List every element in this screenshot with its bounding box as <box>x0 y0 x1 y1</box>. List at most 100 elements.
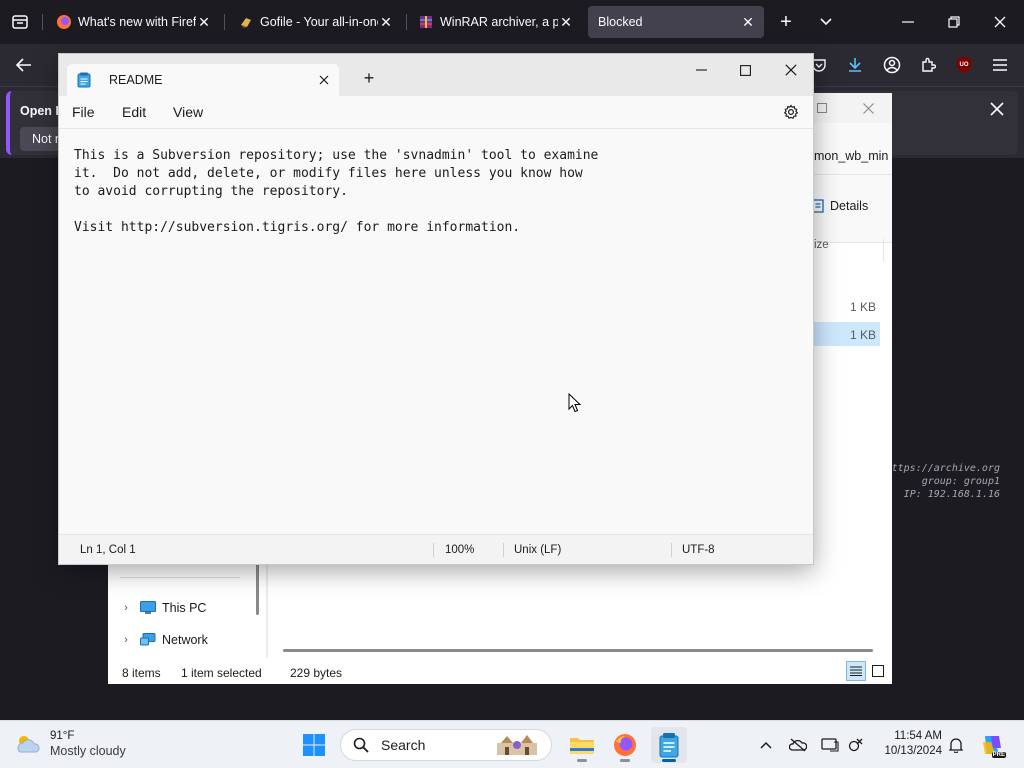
nav-divider <box>120 577 240 578</box>
close-window-icon[interactable] <box>779 58 803 82</box>
minimize-icon[interactable] <box>689 58 713 82</box>
maximize-icon[interactable] <box>814 100 830 116</box>
close-icon[interactable]: ✕ <box>740 14 756 31</box>
search-placeholder: Search <box>381 737 426 753</box>
folder-icon <box>569 734 595 756</box>
tab-title: What's new with Firefox <box>78 15 196 29</box>
nav-item-network[interactable]: › Network <box>120 629 208 651</box>
ublock-badge-text: UO <box>959 62 969 68</box>
close-icon[interactable]: ✕ <box>558 14 574 31</box>
encoding[interactable]: UTF-8 <box>682 544 715 556</box>
tab-separator <box>406 14 407 30</box>
watermark-ip: IP: 192.168.1.16 <box>903 489 1000 500</box>
nav-item-label: This PC <box>162 601 207 615</box>
menu-file[interactable]: File <box>72 104 95 120</box>
account-icon[interactable] <box>880 53 904 77</box>
notepad-menu-bar: File Edit View <box>59 96 813 128</box>
status-separator <box>671 543 672 557</box>
onedrive-offline-icon[interactable] <box>788 735 808 755</box>
start-button[interactable] <box>296 727 332 763</box>
pane-splitter[interactable] <box>266 563 268 658</box>
mouse-cursor-icon <box>568 392 582 416</box>
copilot-icon[interactable]: PRE <box>978 731 1006 759</box>
selected-size: 229 bytes <box>290 666 343 680</box>
file-row-size-selected[interactable]: 1 KB <box>814 322 880 346</box>
network-icon <box>140 633 156 647</box>
watermark-group: group: group1 <box>921 476 1000 487</box>
extensions-icon[interactable] <box>916 53 940 77</box>
watermark-url: ttps://archive.org <box>891 463 1000 474</box>
close-icon[interactable] <box>860 100 876 116</box>
nav-scrollbar[interactable] <box>256 563 259 615</box>
settings-gear-icon[interactable] <box>781 102 801 122</box>
close-icon[interactable]: ✕ <box>378 14 394 31</box>
firefox-view-icon[interactable] <box>8 10 32 34</box>
document-content[interactable]: This is a Subversion repository; use the… <box>74 147 794 237</box>
new-tab-icon[interactable]: + <box>774 10 798 34</box>
tab-title: WinRAR archiver, a powerful <box>440 15 558 29</box>
tab-title: Blocked <box>598 15 643 29</box>
menu-edit[interactable]: Edit <box>122 104 146 120</box>
running-indicator <box>662 759 676 762</box>
copilot-pre-badge: PRE <box>991 752 1006 758</box>
status-separator <box>503 543 504 557</box>
notepad-file-icon <box>77 72 91 88</box>
taskbar-notepad[interactable] <box>651 727 687 763</box>
winrar-logo-icon <box>418 14 434 30</box>
system-clock[interactable]: 11:54 AM 10/13/2024 <box>876 729 942 759</box>
notepad-titlebar: README + <box>59 54 813 96</box>
menu-view[interactable]: View <box>173 104 203 120</box>
taskbar: 91°F Mostly cloudy Search 11:54 AM 10/13… <box>0 720 1024 768</box>
show-hidden-icons-chevron-icon[interactable] <box>756 735 776 755</box>
tab-blocked[interactable]: Blocked ✕ <box>588 6 764 38</box>
tab-winrar[interactable]: WinRAR archiver, a powerful ✕ <box>410 6 582 38</box>
size-column-header[interactable]: ize <box>814 239 884 261</box>
item-count: 8 items <box>122 666 161 680</box>
notification-title: Open F <box>20 104 64 118</box>
hamburger-menu-icon[interactable] <box>988 53 1012 77</box>
zoom-level[interactable]: 100% <box>445 544 474 556</box>
details-button[interactable]: Details <box>812 199 868 213</box>
downloads-icon[interactable] <box>843 53 867 77</box>
nav-item-this-pc[interactable]: › This PC <box>120 597 206 619</box>
tab-title: Gofile - Your all-in-one <box>260 15 378 29</box>
taskbar-file-explorer[interactable] <box>564 727 600 763</box>
tab-separator <box>42 14 43 30</box>
horizontal-scrollbar[interactable] <box>283 649 873 652</box>
taskbar-firefox[interactable] <box>607 727 643 763</box>
notification-close-icon[interactable] <box>986 98 1008 120</box>
tab-firefox-whats-new[interactable]: What's new with Firefox ✕ <box>48 6 220 38</box>
display-icon[interactable] <box>820 735 840 755</box>
chevron-right-icon[interactable]: › <box>120 602 132 614</box>
details-view-icon[interactable] <box>846 661 866 681</box>
taskbar-search-box[interactable]: Search <box>340 729 552 761</box>
explorer-status-bar: 8 items 1 item selected 229 bytes <box>108 658 892 684</box>
weather-widget[interactable]: 91°F Mostly cloudy <box>14 729 126 759</box>
new-tab-icon[interactable]: + <box>359 68 379 88</box>
restore-icon[interactable] <box>942 10 966 34</box>
list-all-tabs-icon[interactable] <box>814 10 838 34</box>
maximize-icon[interactable] <box>733 58 757 82</box>
selected-count: 1 item selected <box>181 666 262 680</box>
line-ending[interactable]: Unix (LF) <box>514 544 561 556</box>
minimize-icon[interactable] <box>896 10 920 34</box>
network-disconnected-icon[interactable] <box>846 735 866 755</box>
close-tab-icon[interactable] <box>319 75 329 85</box>
firefox-tab-bar: What's new with Firefox ✕ Gofile - Your … <box>0 0 1024 44</box>
search-highlight-icon <box>493 733 541 757</box>
notification-bell-icon[interactable] <box>946 735 966 755</box>
chevron-right-icon[interactable]: › <box>120 634 132 646</box>
running-indicator <box>620 759 630 762</box>
back-arrow-icon[interactable] <box>12 53 36 77</box>
tab-gofile[interactable]: Gofile - Your all-in-one ✕ <box>230 6 402 38</box>
file-row-size[interactable]: 1 KB <box>814 294 880 318</box>
large-icons-view-icon[interactable] <box>868 661 888 681</box>
details-label: Details <box>830 199 869 213</box>
close-window-icon[interactable] <box>988 10 1012 34</box>
tab-separator <box>224 14 225 30</box>
ublock-origin-icon[interactable]: UO <box>952 53 976 77</box>
cursor-position: Ln 1, Col 1 <box>80 544 136 556</box>
tab-readme[interactable]: README <box>67 64 339 96</box>
close-icon[interactable]: ✕ <box>196 14 212 31</box>
notepad-text-area[interactable]: This is a Subversion repository; use the… <box>59 128 813 534</box>
